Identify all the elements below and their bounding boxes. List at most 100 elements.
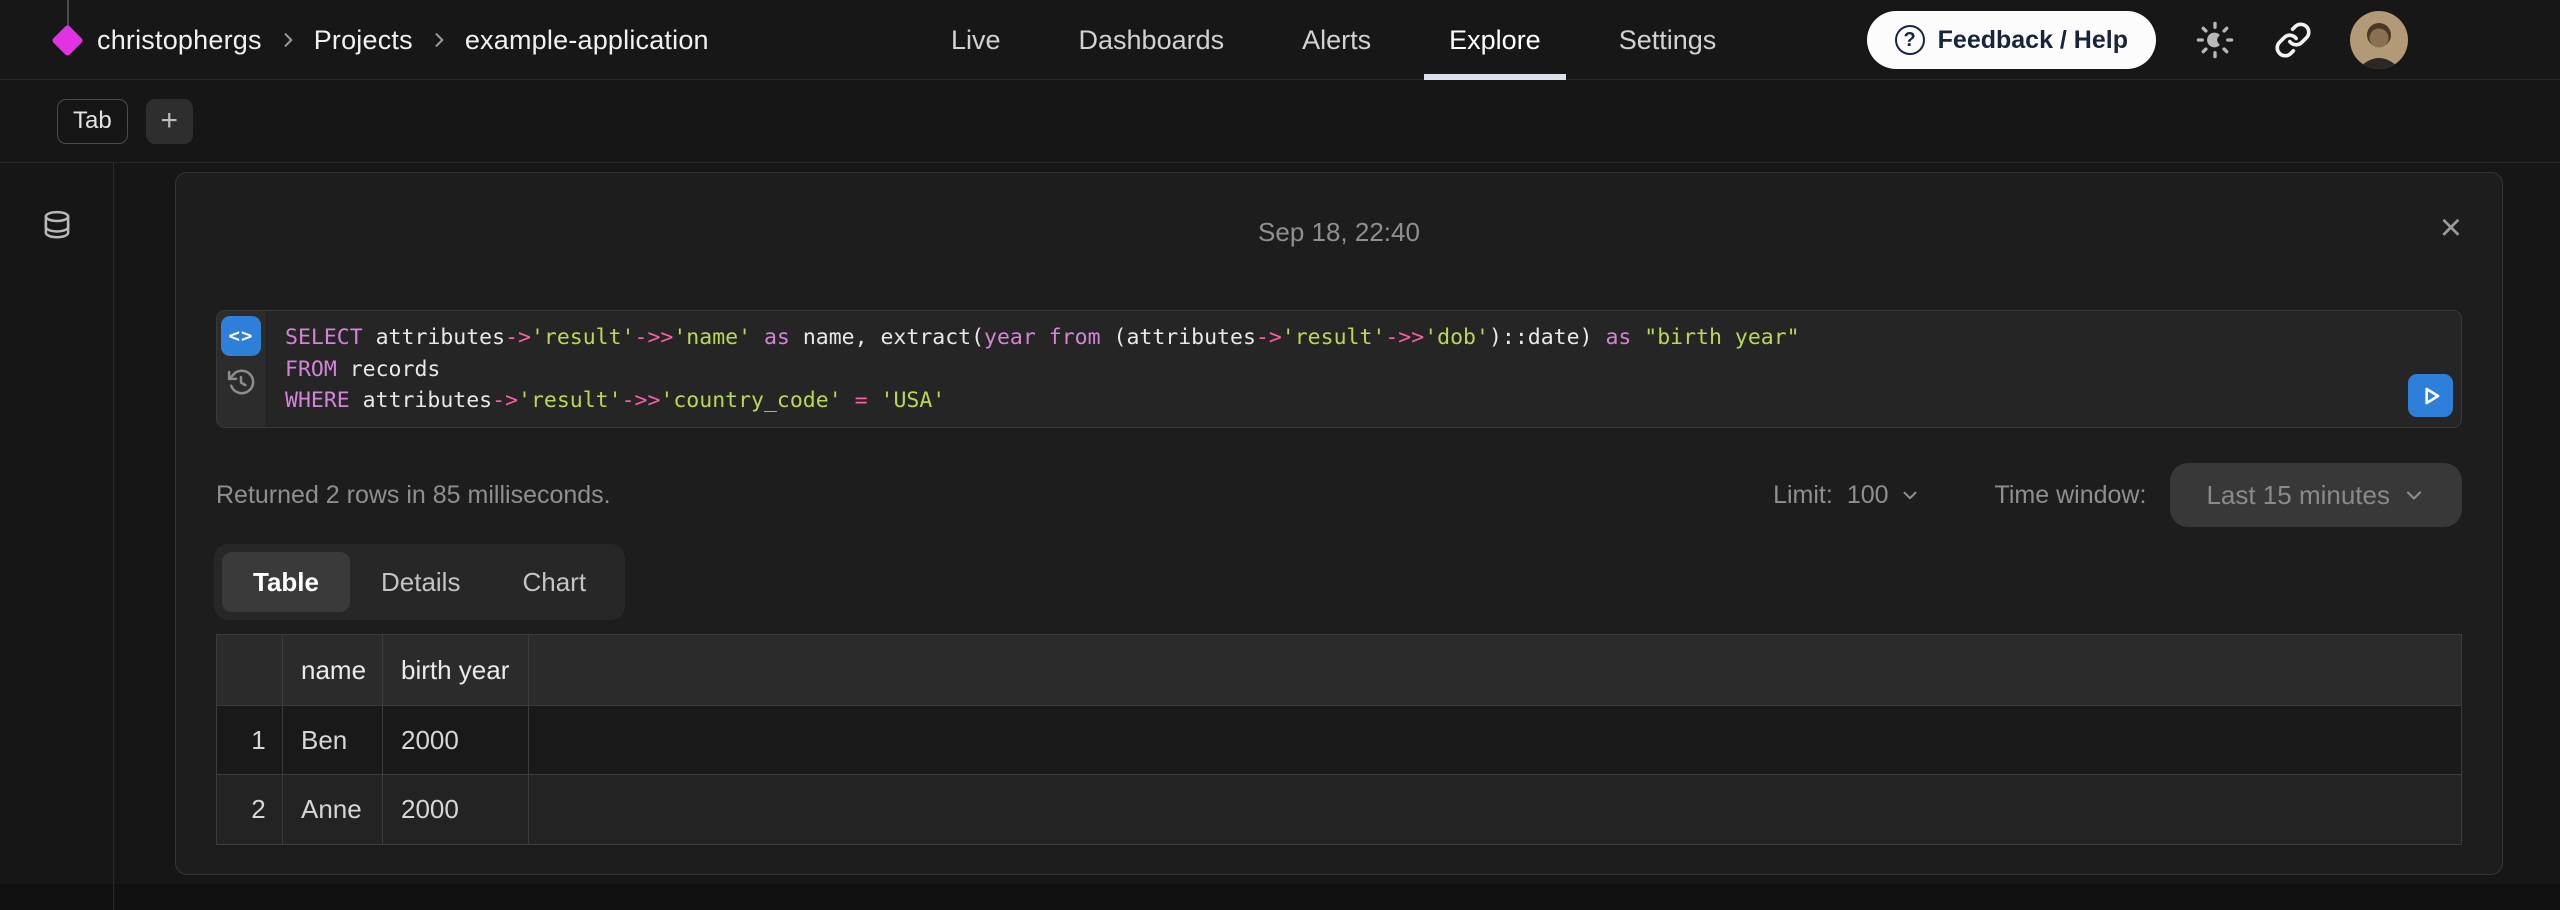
column-header-empty [217,635,283,706]
sql-token: 'result' [531,325,635,350]
content-area: Sep 18, 22:40 × <> [0,163,2560,910]
brand-diamond-logo[interactable] [51,24,84,57]
query-status-text: Returned 2 rows in 85 milliseconds. [216,481,611,510]
sql-token [1036,325,1049,350]
sql-token: name, extract( [790,325,984,350]
column-header-empty [529,635,2461,706]
top-nav-bar: christophergs Projects example-application… [0,0,2560,80]
sql-token: records [337,357,441,382]
sql-token [751,325,764,350]
link-icon [2274,21,2312,59]
column-header-birth-year: birth year [383,635,529,706]
sql-token: "birth year" [1644,325,1799,350]
sql-token [842,388,855,413]
results-table: namebirth year1Ben20002Anne2000 [216,634,2462,845]
left-sidebar [0,163,113,910]
code-mode-button[interactable]: <> [221,316,261,356]
nav-right-cluster: ? Feedback / Help [1867,0,2408,80]
cell-empty [529,706,2461,775]
share-link-button[interactable] [2274,21,2312,59]
tab-strip: Tab + [0,80,2560,163]
sql-token: 'dob' [1424,325,1489,350]
sql-token: as [1605,325,1631,350]
query-panel: Sep 18, 22:40 × <> [175,172,2503,875]
sql-editor[interactable]: <> SELECT attributes->'result'->>'name' … [216,310,2462,428]
primary-nav: Live Dashboards Alerts Explore Settings [912,0,1755,80]
avatar-photo [2350,11,2408,69]
sql-token: 'country_code' [660,388,841,413]
breadcrumb-item-example-application[interactable]: example-application [465,25,709,56]
sql-token: (attributes [1101,325,1256,350]
cell-birth-year: 2000 [383,706,529,775]
nav-item-alerts[interactable]: Alerts [1277,0,1396,80]
result-tab-chart[interactable]: Chart [491,552,617,612]
nav-item-settings[interactable]: Settings [1594,0,1742,80]
nav-item-live[interactable]: Live [926,0,1026,80]
query-controls: Limit: 100 Time window: Last 15 minutes [1773,463,2462,527]
sql-token: 'result' [518,388,622,413]
sql-token: WHERE [285,388,350,413]
sql-token: ->> [622,388,661,413]
theme-toggle-button[interactable] [2194,19,2236,61]
result-tab-table[interactable]: Table [222,552,350,612]
cell-birth-year: 2000 [383,775,529,844]
sql-token: FROM [285,357,337,382]
cell-name: Anne [283,775,383,844]
sidebar-divider [113,163,114,910]
add-tab-button[interactable]: + [146,99,193,144]
history-icon [226,367,256,397]
nav-item-dashboards[interactable]: Dashboards [1054,0,1250,80]
sql-line-1: SELECT attributes->'result'->>'name' as … [285,322,2461,354]
editor-gutter: <> [217,311,265,427]
breadcrumb-separator-icon [429,30,449,50]
sql-token: 'result' [1282,325,1386,350]
feedback-help-label: Feedback / Help [1938,26,2128,55]
time-window-dropdown[interactable]: Last 15 minutes [2170,463,2462,527]
sql-token [1631,325,1644,350]
limit-dropdown[interactable]: 100 [1847,481,1921,510]
sun-moon-icon [2194,19,2236,61]
sql-token: attributes [363,325,505,350]
breadcrumb-item-Projects[interactable]: Projects [314,25,413,56]
bottom-band [0,884,2560,910]
sql-token: -> [492,388,518,413]
schema-browser-button[interactable] [35,205,79,249]
sql-token: = [855,388,868,413]
query-tab[interactable]: Tab [57,99,128,144]
result-view-tabs: TableDetailsChart [214,544,625,620]
run-query-button[interactable] [2408,374,2453,417]
breadcrumb-item-christophergs[interactable]: christophergs [97,25,262,56]
breadcrumb: christophergs Projects example-application [56,0,709,80]
sql-code[interactable]: SELECT attributes->'result'->>'name' as … [265,311,2461,427]
user-avatar[interactable] [2350,11,2408,69]
close-panel-button[interactable]: × [2440,209,2462,247]
sql-token: 'name' [673,325,751,350]
sql-token: year [984,325,1036,350]
sql-line-2: FROM records [285,354,2461,386]
sql-token: ->> [1385,325,1424,350]
chevron-down-icon [2402,483,2426,507]
result-tab-details[interactable]: Details [350,552,491,612]
plus-icon: + [160,106,178,136]
sql-token: -> [505,325,531,350]
query-history-button[interactable] [223,364,259,400]
limit-label: Limit: [1773,481,1833,510]
nav-item-explore[interactable]: Explore [1424,0,1566,80]
status-row: Returned 2 rows in 85 milliseconds. Limi… [216,462,2462,528]
sql-token: ->> [635,325,674,350]
code-icon: <> [229,325,254,347]
query-tab-label: Tab [73,107,112,135]
limit-value: 100 [1847,481,1889,510]
sql-token [868,388,881,413]
active-tab-underline [1424,74,1566,80]
question-circle-icon: ? [1895,25,1925,55]
time-window-value: Last 15 minutes [2206,480,2390,511]
sql-token: -> [1256,325,1282,350]
sql-line-3: WHERE attributes->'result'->>'country_co… [285,385,2461,417]
column-header-name: name [283,635,383,706]
cell-name: Ben [283,706,383,775]
query-timestamp: Sep 18, 22:40 [1258,217,1420,247]
cell-empty [529,775,2461,844]
play-icon [2418,383,2444,409]
feedback-help-button[interactable]: ? Feedback / Help [1867,11,2156,69]
